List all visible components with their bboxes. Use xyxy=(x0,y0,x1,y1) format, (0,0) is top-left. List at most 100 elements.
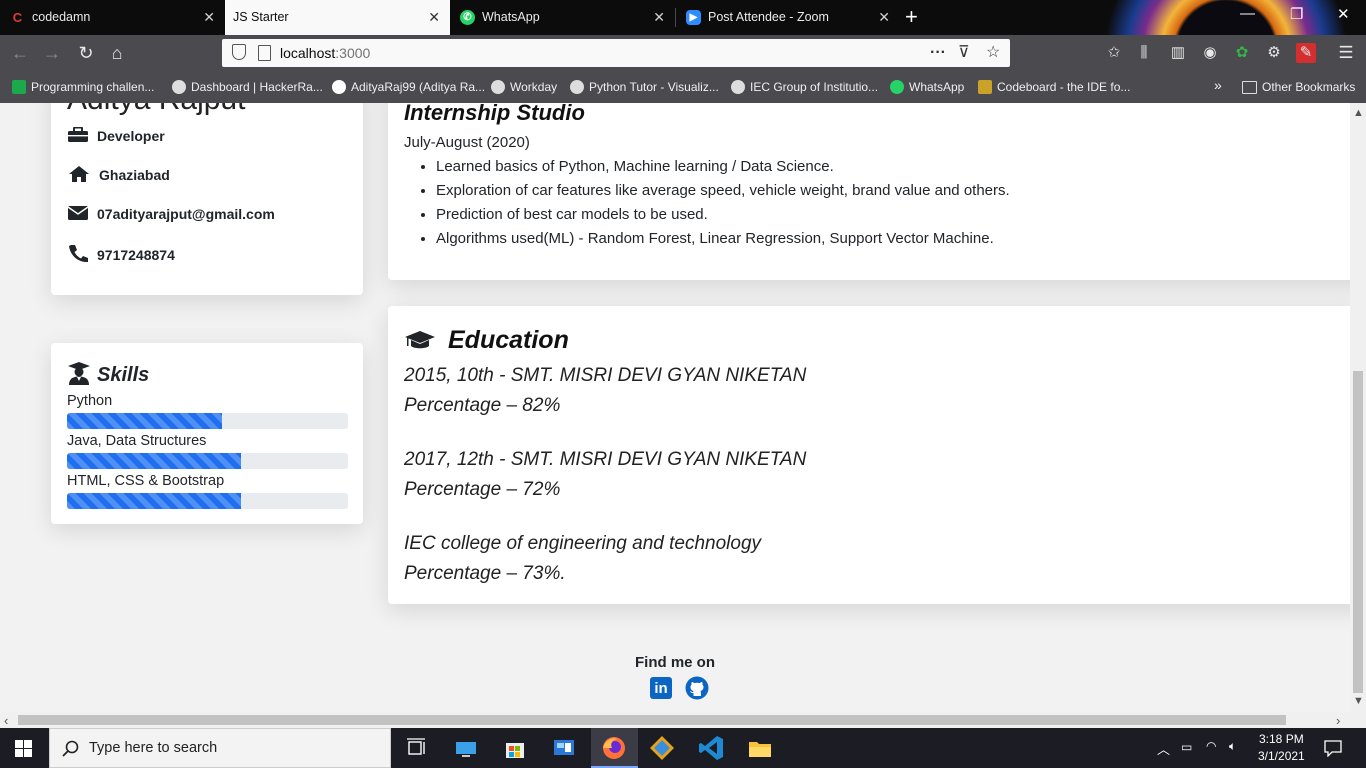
codedamn-favicon-icon: C xyxy=(12,10,23,25)
bookmark-item[interactable]: WhatsApp xyxy=(890,80,964,94)
file-explorer-icon[interactable] xyxy=(746,734,774,762)
bookmark-star-icon[interactable]: ☆ xyxy=(986,41,1000,65)
role-text: Developer xyxy=(97,128,165,144)
bookmarks-overflow-icon[interactable]: » xyxy=(1214,77,1222,93)
git-tool-icon[interactable] xyxy=(648,734,676,762)
bookmark-item[interactable]: Codeboard - the IDE fo... xyxy=(978,80,1130,94)
task-view-icon[interactable] xyxy=(403,734,431,762)
other-bookmarks[interactable]: Other Bookmarks xyxy=(1242,80,1355,94)
notifications-icon[interactable] xyxy=(1324,740,1342,757)
tab-bar: C codedamn ✕ JS Starter ✕ ✆ WhatsApp ✕ ▶… xyxy=(0,0,1366,35)
sidebar-icon[interactable]: ▥ xyxy=(1168,43,1188,63)
education-entry-school: IEC college of engineering and technolog… xyxy=(404,533,762,554)
control-panel-icon[interactable] xyxy=(550,734,578,762)
taskbar-search-box[interactable]: Type here to search xyxy=(49,728,391,768)
tab-codedamn[interactable]: C codedamn ✕ xyxy=(0,0,225,35)
skill-progress-fill xyxy=(67,493,242,509)
library-icon[interactable]: ⫼ xyxy=(1134,43,1154,63)
page-info-icon[interactable] xyxy=(258,45,271,61)
education-card: Education 2015, 10th - SMT. MISRI DEVI G… xyxy=(388,306,1350,604)
tab-label: Post Attendee - Zoom xyxy=(708,10,829,24)
account-icon[interactable]: ◉ xyxy=(1200,43,1220,63)
show-hidden-icons-icon[interactable]: ︿ xyxy=(1157,739,1170,758)
theme-decoration xyxy=(1100,0,1366,35)
phone-row: 9717248874 xyxy=(67,244,175,263)
list-item: Prediction of best car models to be used… xyxy=(436,203,1010,227)
home-icon xyxy=(69,166,89,182)
skill-progress-bar xyxy=(67,413,348,429)
extension-gear-icon[interactable]: ⚙ xyxy=(1264,43,1284,63)
address-bar[interactable]: localhost:3000 ··· ⊽ ☆ xyxy=(222,39,1010,67)
list-item: Exploration of car features like average… xyxy=(436,179,1010,203)
horizontal-scrollbar[interactable]: ‹ › xyxy=(0,712,1350,728)
extension-icon[interactable]: ✿ xyxy=(1232,43,1252,63)
battery-icon[interactable]: ▭ xyxy=(1181,740,1192,754)
folder-icon xyxy=(1242,81,1257,94)
vertical-scrollbar[interactable]: ▲ ▼ xyxy=(1350,103,1366,712)
menu-icon[interactable]: ☰ xyxy=(1336,43,1356,63)
clock-time[interactable]: 3:18 PM xyxy=(1259,732,1304,746)
skill-progress-bar xyxy=(67,493,348,509)
pocket-icon[interactable]: ⊽ xyxy=(958,41,970,65)
close-tab-icon[interactable]: ✕ xyxy=(878,0,890,35)
store-icon[interactable] xyxy=(501,734,529,762)
bookmark-item[interactable]: Programming challen... xyxy=(12,80,154,94)
extension-pen-icon[interactable]: ✎ xyxy=(1296,43,1316,63)
url-text[interactable]: localhost:3000 xyxy=(280,39,370,67)
windows-start-icon[interactable] xyxy=(15,740,32,757)
wifi-icon[interactable]: ◠ xyxy=(1206,739,1216,753)
scroll-right-icon[interactable]: › xyxy=(1336,713,1340,728)
vscode-icon[interactable] xyxy=(697,734,725,762)
linkedin-icon[interactable]: in xyxy=(650,677,672,699)
firefox-icon[interactable] xyxy=(600,734,628,762)
codeboard-icon xyxy=(978,80,992,94)
close-tab-icon[interactable]: ✕ xyxy=(653,0,665,35)
close-tab-icon[interactable]: ✕ xyxy=(428,0,440,35)
tab-zoom[interactable]: ▶ Post Attendee - Zoom ✕ xyxy=(676,0,900,35)
close-window-icon[interactable]: ✕ xyxy=(1337,5,1350,23)
bookmark-item[interactable]: IEC Group of Institutio... xyxy=(731,80,878,94)
skill-progress-fill xyxy=(67,453,242,469)
phone-icon xyxy=(69,245,88,262)
back-arrow-icon[interactable]: ← xyxy=(8,41,32,65)
home-icon[interactable]: ⌂ xyxy=(105,41,129,65)
clock-date[interactable]: 3/1/2021 xyxy=(1258,749,1305,763)
education-title: Education xyxy=(448,326,569,354)
internship-period: July-August (2020) xyxy=(404,134,530,151)
whatsapp-icon xyxy=(890,80,904,94)
minimize-icon[interactable]: — xyxy=(1240,5,1255,22)
scroll-up-icon[interactable]: ▲ xyxy=(1353,107,1364,119)
scroll-down-icon[interactable]: ▼ xyxy=(1353,695,1364,707)
whatsapp-favicon-icon: ✆ xyxy=(460,10,475,25)
education-entry-school: 2015, 10th - SMT. MISRI DEVI GYAN NIKETA… xyxy=(404,365,807,386)
skill-progress-fill xyxy=(67,413,222,429)
bookmark-item[interactable]: Dashboard | HackerRa... xyxy=(172,80,323,94)
education-entry-school: 2017, 12th - SMT. MISRI DEVI GYAN NIKETA… xyxy=(404,449,807,470)
bookmark-item[interactable]: Python Tutor - Visualiz... xyxy=(570,80,719,94)
scroll-left-icon[interactable]: ‹ xyxy=(4,713,8,728)
zoom-favicon-icon: ▶ xyxy=(686,10,701,25)
close-tab-icon[interactable]: ✕ xyxy=(203,0,215,35)
volume-icon[interactable]: 🔈︎ xyxy=(1229,739,1236,754)
email-text: 07adityarajput@gmail.com xyxy=(97,206,275,222)
new-tab-icon[interactable]: + xyxy=(905,3,918,31)
restore-icon[interactable]: ❐ xyxy=(1290,5,1303,23)
this-pc-icon[interactable] xyxy=(452,734,480,762)
envelope-icon xyxy=(67,206,89,220)
horizontal-scroll-thumb[interactable] xyxy=(18,715,1286,725)
reload-icon[interactable]: ↻ xyxy=(74,41,98,65)
page-actions-icon[interactable]: ··· xyxy=(930,41,946,65)
web-page: Aditya Rajput Developer Ghaziabad 07adit… xyxy=(0,103,1350,712)
forward-arrow-icon[interactable]: → xyxy=(40,41,64,65)
vertical-scroll-thumb[interactable] xyxy=(1353,371,1363,693)
search-placeholder: Type here to search xyxy=(89,740,218,756)
tab-whatsapp[interactable]: ✆ WhatsApp ✕ xyxy=(450,0,675,35)
globe-icon xyxy=(172,80,186,94)
bookmark-manager-icon[interactable]: ✩ xyxy=(1104,43,1124,63)
github-icon[interactable] xyxy=(685,676,709,700)
bookmark-item[interactable]: Workday xyxy=(491,80,557,94)
tracking-shield-icon[interactable] xyxy=(232,44,246,60)
bookmark-item[interactable]: AdityaRaj99 (Aditya Ra... xyxy=(332,80,485,94)
skills-heading: Skills xyxy=(67,361,149,387)
tab-js-starter[interactable]: JS Starter ✕ xyxy=(225,0,450,35)
